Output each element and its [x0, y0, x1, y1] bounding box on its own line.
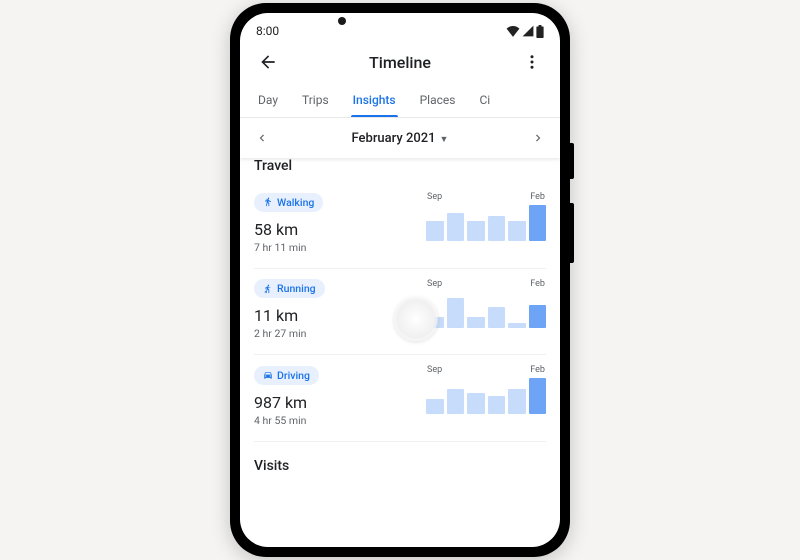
chart-bars: [426, 205, 546, 241]
tab-label: Ci: [479, 93, 490, 107]
cell-signal-icon: [522, 25, 534, 37]
activity-duration: 2 hr 27 min: [254, 327, 546, 340]
chart-bar: [426, 221, 444, 241]
tab-label: Insights: [353, 93, 396, 107]
app-bar: Timeline: [240, 41, 560, 83]
tabs: Day Trips Insights Places Ci: [240, 83, 560, 118]
status-bar: 8:00: [240, 13, 560, 41]
chart-bar: [508, 221, 526, 241]
chart-bar: [426, 399, 444, 414]
phone-frame: 8:00 Timeline Day Trips Insights Places …: [230, 3, 570, 557]
more-vert-icon: [523, 53, 541, 71]
phone-side-button: [570, 143, 574, 179]
tab-insights[interactable]: Insights: [341, 83, 408, 117]
month-prev-button[interactable]: [240, 131, 284, 145]
chart-bar: [508, 389, 526, 414]
activity-mini-chart: Sep Feb: [426, 279, 546, 328]
chart-axis-end: Feb: [530, 365, 545, 375]
tab-label: Places: [420, 93, 456, 107]
chart-axis-end: Feb: [530, 192, 545, 202]
chart-bar: [488, 307, 506, 328]
chart-bar: [447, 213, 465, 241]
activity-duration: 4 hr 55 min: [254, 414, 546, 427]
wifi-icon: [506, 25, 520, 37]
chart-bar: [508, 323, 526, 327]
section-header-travel: Travel: [254, 158, 546, 174]
chart-axis-start: Sep: [427, 365, 442, 375]
activity-chip-label: Walking: [277, 196, 314, 209]
chart-bar: [488, 216, 506, 241]
chart-bar: [529, 305, 547, 327]
chart-axis-end: Feb: [530, 279, 545, 289]
activity-chip-running[interactable]: Running: [254, 279, 325, 298]
phone-side-button: [570, 203, 574, 263]
tab-cities[interactable]: Ci: [467, 83, 502, 117]
arrow-back-icon: [258, 52, 278, 72]
tab-label: Trips: [302, 93, 329, 107]
activity-chip-walking[interactable]: Walking: [254, 193, 323, 212]
chart-bars: [426, 292, 546, 328]
chart-bar: [529, 378, 547, 414]
content-scroll[interactable]: Travel Walking58 km7 hr 11 minSepFebRunn…: [240, 158, 560, 474]
activity-chip-label: Driving: [277, 369, 310, 382]
status-time: 8:00: [256, 24, 279, 38]
tab-places[interactable]: Places: [408, 83, 468, 117]
page-title: Timeline: [369, 53, 431, 72]
activity-chip-label: Running: [277, 282, 316, 295]
chart-bar: [488, 396, 506, 414]
travel-card-driving[interactable]: Driving987 km4 hr 55 minSepFeb: [254, 355, 546, 442]
chart-bar: [426, 317, 444, 327]
chart-bar: [447, 389, 465, 414]
activity-duration: 7 hr 11 min: [254, 241, 546, 254]
walking-icon: [263, 197, 273, 207]
caret-down-icon: ▼: [440, 135, 449, 145]
month-next-button[interactable]: [516, 131, 560, 145]
chart-bar: [529, 205, 547, 241]
tab-label: Day: [258, 93, 278, 107]
chart-bars: [426, 378, 546, 414]
activity-mini-chart: Sep Feb: [426, 192, 546, 241]
chevron-left-icon: [255, 131, 269, 145]
activity-mini-chart: Sep Feb: [426, 365, 546, 414]
chart-axis-start: Sep: [427, 279, 442, 289]
tab-day[interactable]: Day: [246, 83, 290, 117]
month-dropdown[interactable]: February 2021 ▼: [284, 131, 516, 146]
overflow-menu-button[interactable]: [518, 48, 546, 76]
chevron-right-icon: [531, 131, 545, 145]
running-icon: [263, 284, 273, 294]
chart-bar: [447, 298, 465, 328]
tab-trips[interactable]: Trips: [290, 83, 341, 117]
back-button[interactable]: [254, 48, 282, 76]
chart-bar: [467, 393, 485, 414]
activity-chip-driving[interactable]: Driving: [254, 366, 319, 385]
chart-bar: [467, 317, 485, 328]
screen: 8:00 Timeline Day Trips Insights Places …: [240, 13, 560, 547]
month-selector: February 2021 ▼: [240, 118, 560, 158]
travel-card-running[interactable]: Running11 km2 hr 27 minSepFeb: [254, 269, 546, 356]
section-header-visits: Visits: [254, 458, 546, 474]
chart-axis-start: Sep: [427, 192, 442, 202]
battery-icon: [536, 25, 544, 38]
chart-bar: [467, 221, 485, 241]
travel-card-walking[interactable]: Walking58 km7 hr 11 minSepFeb: [254, 182, 546, 269]
status-icons: [506, 25, 544, 38]
month-label-text: February 2021: [352, 131, 436, 146]
driving-icon: [263, 370, 273, 380]
